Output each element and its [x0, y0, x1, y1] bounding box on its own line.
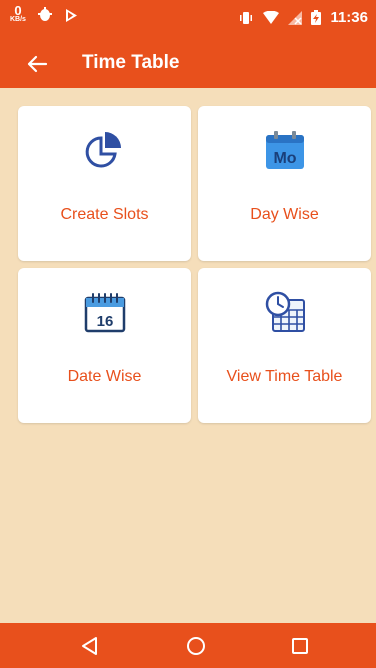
data-rate-indicator: 0 KB/s — [10, 3, 26, 24]
create-slots-card[interactable]: Create Slots — [18, 106, 191, 261]
data-rate-value: 0 — [14, 3, 22, 18]
data-rate-unit: KB/s — [10, 16, 26, 23]
play-store-icon — [65, 8, 77, 22]
system-nav-bar — [0, 623, 376, 668]
vibrate-icon — [240, 11, 253, 24]
back-triangle-icon[interactable] — [80, 636, 100, 656]
wifi-icon — [263, 10, 280, 24]
create-slots-label: Create Slots — [60, 206, 149, 223]
day-wise-card[interactable]: Mo Day Wise — [198, 106, 371, 261]
arrow-left-icon[interactable] — [24, 52, 50, 76]
clock: 11:36 — [330, 9, 368, 26]
android-debug-icon — [37, 7, 52, 21]
pie-chart-icon — [85, 132, 121, 168]
date-wise-label: Date Wise — [67, 368, 142, 385]
calendar-clock-icon — [265, 291, 305, 332]
view-time-table-card[interactable]: View Time Table — [198, 268, 371, 423]
app-bar: Time Table — [0, 40, 376, 88]
day-wise-label: Day Wise — [250, 206, 319, 223]
status-bar: 0 KB/s 11:36 — [0, 0, 376, 40]
no-signal-icon — [288, 10, 303, 25]
recents-square-icon[interactable] — [290, 636, 310, 656]
calendar-mo-icon: Mo — [265, 131, 304, 169]
date-wise-card[interactable]: 16 Date Wise — [18, 268, 191, 423]
battery-charging-icon — [311, 10, 322, 25]
view-time-table-label: View Time Table — [226, 368, 343, 385]
home-circle-icon[interactable] — [186, 636, 206, 656]
calendar-16-icon: 16 — [84, 293, 125, 333]
page-title: Time Table — [82, 52, 180, 73]
calendar-mo-text: Mo — [273, 150, 296, 167]
calendar-16-text: 16 — [96, 313, 113, 330]
